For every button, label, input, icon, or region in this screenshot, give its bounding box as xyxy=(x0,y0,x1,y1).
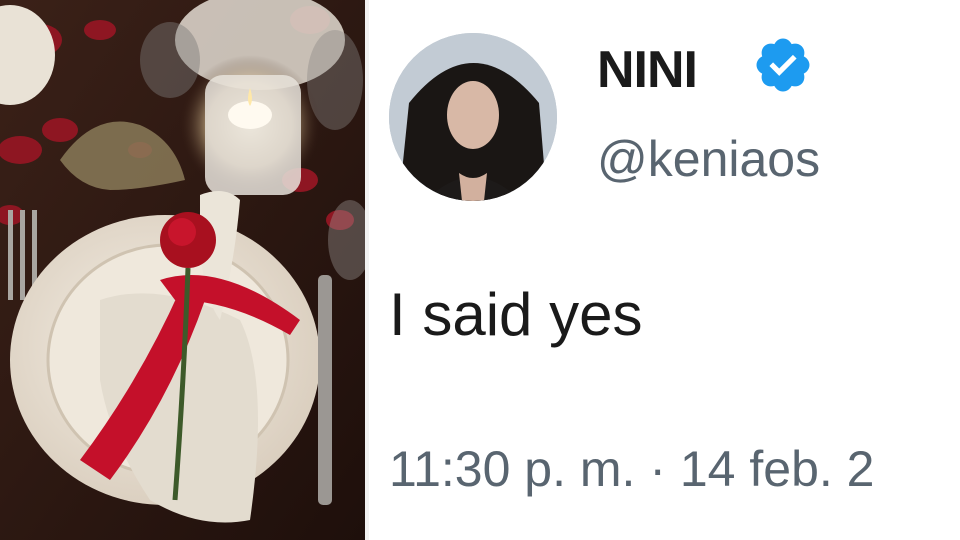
display-name[interactable]: NINI xyxy=(597,40,698,100)
verified-badge-icon xyxy=(756,38,810,92)
dinner-table-photo xyxy=(0,0,365,540)
tweet-text: I said yes xyxy=(389,281,643,348)
tweet-card: NINI @keniaos I said yes 11:30 p. m. · 1… xyxy=(369,0,960,540)
dinner-table-illustration xyxy=(0,0,365,540)
avatar-portrait xyxy=(389,33,557,201)
avatar[interactable] xyxy=(389,33,557,201)
tweet-timestamp[interactable]: 11:30 p. m. · 14 feb. 2 xyxy=(389,440,874,498)
user-handle[interactable]: @keniaos xyxy=(597,130,820,188)
